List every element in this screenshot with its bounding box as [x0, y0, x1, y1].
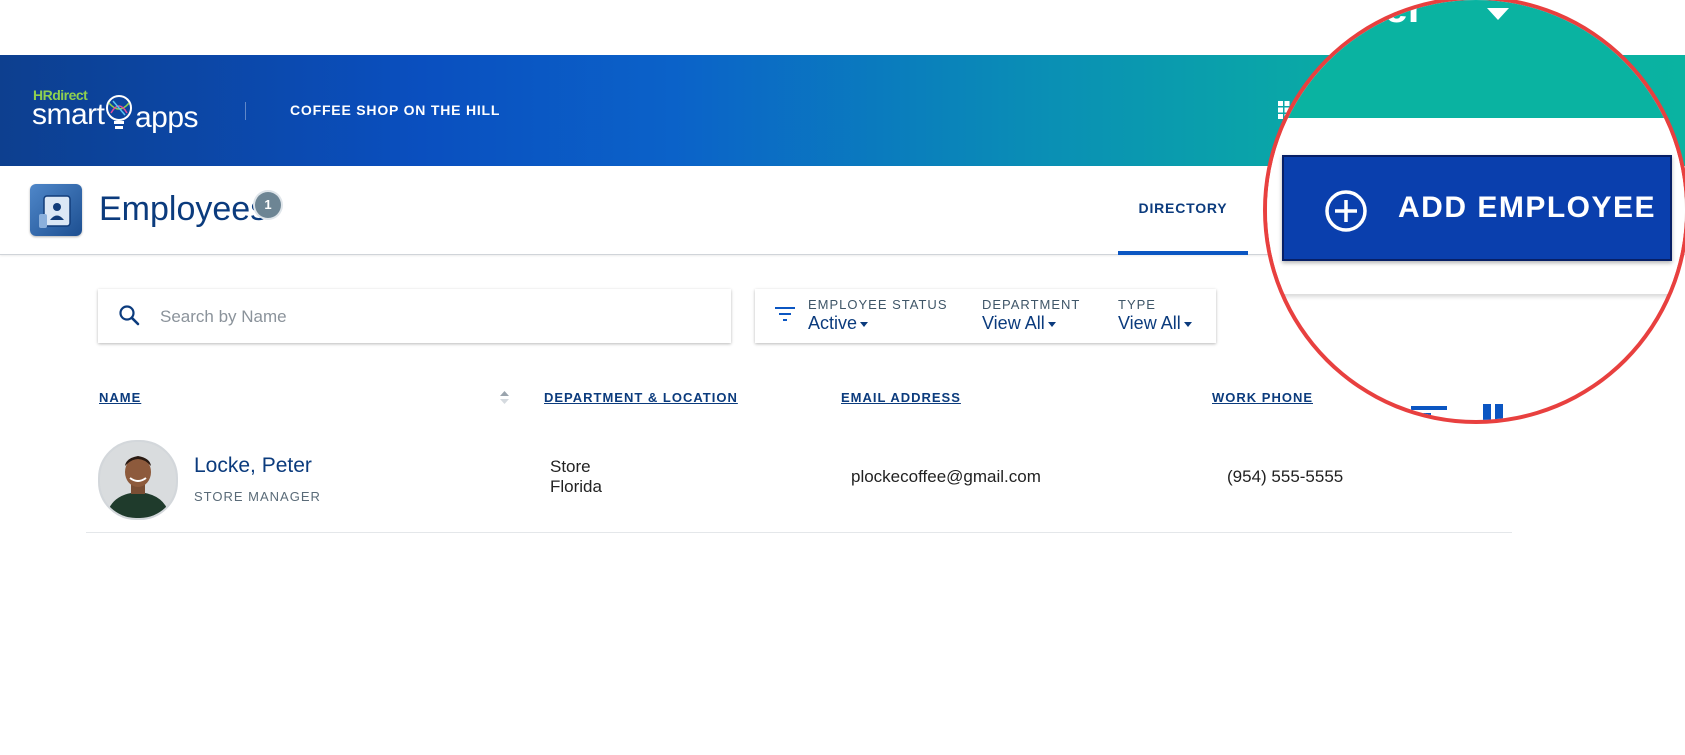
status-value: Active: [808, 313, 858, 333]
company-name: COFFEE SHOP ON THE HILL: [290, 102, 501, 118]
view-toggle-icons[interactable]: [1407, 402, 1527, 422]
page-title: Employees: [99, 190, 268, 228]
filter-employee-status: EMPLOYEE STATUS Active: [808, 297, 948, 334]
status-dropdown[interactable]: Active: [808, 313, 948, 334]
sort-icon[interactable]: [500, 391, 509, 404]
add-circle-icon: [1325, 190, 1367, 232]
type-value: View All: [1118, 313, 1181, 333]
employee-location: Florida: [550, 477, 602, 496]
add-employee-button[interactable]: ADD EMPLOYEE: [1282, 155, 1672, 261]
filter-department-label: DEPARTMENT: [982, 297, 1081, 312]
hrdirect-smartapps-logo[interactable]: HRdirect smart apps: [32, 87, 222, 138]
employee-count-badge: 1: [255, 192, 281, 218]
employee-department: Store: [550, 457, 591, 476]
employee-email: plockecoffee@gmail.com: [851, 467, 1041, 486]
filter-bar: EMPLOYEE STATUS Active DEPARTMENT View A…: [755, 289, 1216, 343]
department-dropdown[interactable]: View All: [982, 313, 1080, 334]
avatar[interactable]: [98, 440, 178, 520]
employee-job-title: STORE MANAGER: [194, 489, 321, 504]
logo-apps-text: apps: [135, 101, 199, 134]
chevron-down-icon[interactable]: [1487, 8, 1509, 20]
filter-type-label: TYPE: [1118, 297, 1156, 312]
search-icon: [119, 305, 140, 326]
column-header-name[interactable]: NAME: [99, 390, 141, 405]
employee-name-link[interactable]: Locke, Peter: [194, 454, 312, 478]
employees-app-icon: [30, 184, 82, 236]
chevron-down-icon: [860, 321, 869, 327]
column-header-department-location[interactable]: DEPARTMENT & LOCATION: [544, 390, 738, 405]
zoomed-header-bar: [1267, 0, 1685, 118]
search-box: [98, 289, 731, 343]
filter-icon[interactable]: [775, 306, 795, 322]
zoom-highlight-callout: eter ADD EMPLOYEE: [1263, 0, 1685, 424]
employee-phone: (954) 555-5555: [1227, 467, 1344, 486]
chevron-down-icon: [1183, 321, 1192, 327]
lightbulb-icon: [106, 95, 132, 129]
tab-directory[interactable]: DIRECTORY: [1118, 200, 1248, 255]
chevron-down-icon: [1047, 321, 1056, 327]
department-value: View All: [982, 313, 1045, 333]
column-header-work-phone[interactable]: WORK PHONE: [1212, 390, 1313, 405]
header-divider: [245, 102, 246, 120]
search-input[interactable]: [158, 298, 722, 336]
column-header-email[interactable]: EMAIL ADDRESS: [841, 390, 961, 405]
filter-department: DEPARTMENT View All: [982, 297, 1080, 334]
filter-type: TYPE View All: [1118, 297, 1192, 334]
user-menu-name[interactable]: eter: [1347, 0, 1424, 32]
filter-status-label: EMPLOYEE STATUS: [808, 297, 948, 312]
table-row[interactable]: Locke, Peter STORE MANAGER Store Florida…: [86, 430, 1512, 533]
type-dropdown[interactable]: View All: [1118, 313, 1192, 334]
logo-smart-text: smart: [32, 98, 105, 131]
add-employee-label: ADD EMPLOYEE: [1398, 191, 1657, 224]
